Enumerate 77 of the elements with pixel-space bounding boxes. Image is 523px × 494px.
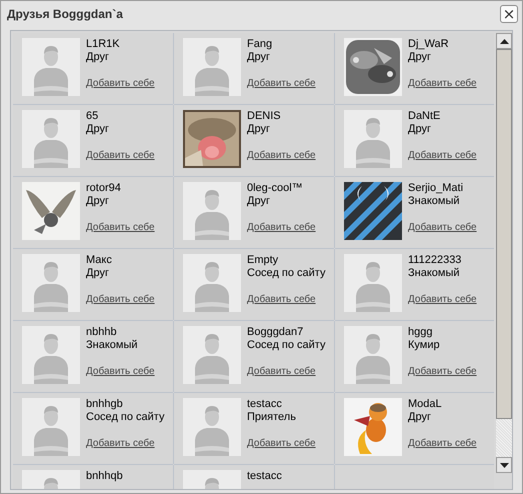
friend-name: hggg bbox=[408, 326, 434, 339]
relation-status: Друг bbox=[86, 195, 110, 208]
add-friend-link[interactable]: Добавить себе bbox=[86, 438, 164, 449]
window-title: Друзья Bogggdan`a bbox=[7, 7, 123, 21]
relation-status: Приятель bbox=[247, 411, 297, 424]
friend-name: Bogggdan7 bbox=[247, 326, 304, 339]
avatar-silhouette bbox=[22, 398, 80, 456]
add-friend-link[interactable]: Добавить себе bbox=[408, 150, 477, 161]
avatar-silhouette bbox=[344, 326, 402, 384]
friend-name: bnhhqb bbox=[86, 470, 123, 483]
relation-status: Сосед по сайту bbox=[247, 339, 326, 352]
add-friend-link[interactable]: Добавить себе bbox=[247, 150, 316, 161]
friend-name: ModaL bbox=[408, 398, 443, 411]
avatar-silhouette bbox=[344, 254, 402, 312]
relation-status: Друг bbox=[247, 123, 271, 136]
relation-status: Друг bbox=[247, 51, 271, 64]
friend-name: Макс bbox=[86, 254, 113, 267]
avatar-silhouette bbox=[22, 38, 80, 96]
relation-status: Кумир bbox=[408, 339, 441, 352]
relation-status: Знакомый bbox=[408, 267, 461, 280]
add-friend-link[interactable]: Добавить себе bbox=[86, 366, 155, 377]
relation-status: Друг bbox=[408, 51, 432, 64]
relation-status: Друг bbox=[86, 123, 110, 136]
close-button[interactable]: × bbox=[500, 5, 518, 23]
add-friend-link[interactable]: Добавить себе bbox=[86, 78, 155, 89]
add-friend-link[interactable]: Добавить себе bbox=[408, 294, 477, 305]
relation-status: Знакомый bbox=[408, 195, 461, 208]
relation-status: Друг bbox=[86, 51, 110, 64]
add-friend-link[interactable]: Добавить себе bbox=[408, 78, 477, 89]
friend-name: nbhhb bbox=[86, 326, 118, 339]
add-friend-link[interactable]: Добавить себе bbox=[247, 366, 326, 377]
friend-name: rotor94 bbox=[86, 182, 122, 195]
relation-status: Друг bbox=[247, 195, 271, 208]
scroll-up-button[interactable] bbox=[496, 33, 512, 49]
friend-name: Serjio_Mati bbox=[408, 182, 464, 195]
add-friend-link[interactable]: Добавить себе bbox=[86, 294, 155, 305]
friend-name: testacc bbox=[247, 470, 282, 483]
friend-name: 65 bbox=[86, 110, 100, 123]
avatar-silhouette bbox=[183, 38, 241, 96]
avatar-silhouette bbox=[22, 254, 80, 312]
relation-status: Друг bbox=[408, 411, 432, 424]
add-friend-link[interactable]: Добавить себе bbox=[86, 222, 155, 233]
avatar-silhouette bbox=[22, 110, 80, 168]
friend-name: L1R1K bbox=[86, 38, 121, 51]
avatar-silhouette bbox=[183, 182, 241, 240]
add-friend-link[interactable]: Добавить себе bbox=[408, 438, 477, 449]
add-friend-link[interactable]: Добавить себе bbox=[408, 222, 477, 233]
relation-status: Сосед по сайту bbox=[86, 411, 164, 424]
add-friend-link[interactable]: Добавить себе bbox=[247, 438, 316, 449]
add-friend-link[interactable]: Добавить себе bbox=[247, 294, 326, 305]
add-friend-link[interactable]: Добавить себе bbox=[408, 366, 477, 377]
friend-name: Fang bbox=[247, 38, 274, 51]
avatar-silhouette bbox=[344, 110, 402, 168]
friend-name: DENIS bbox=[247, 110, 282, 123]
friend-name: DaNtE bbox=[408, 110, 442, 123]
arrow-up-icon bbox=[500, 38, 509, 44]
friend-name: Empty bbox=[247, 254, 280, 267]
scroll-thumb[interactable] bbox=[496, 49, 512, 419]
scrollbar[interactable] bbox=[496, 33, 512, 473]
avatar-silhouette bbox=[183, 254, 241, 312]
friend-name: bnhhgb bbox=[86, 398, 124, 411]
friend-name: 0leg-cool™ bbox=[247, 182, 304, 195]
relation-status: Сосед по сайту bbox=[247, 267, 326, 280]
arrow-down-icon bbox=[500, 462, 509, 468]
avatar-silhouette bbox=[183, 398, 241, 456]
add-friend-link[interactable]: Добавить себе bbox=[247, 78, 316, 89]
add-friend-link[interactable]: Добавить себе bbox=[247, 222, 316, 233]
add-friend-link[interactable]: Добавить себе bbox=[86, 150, 155, 161]
relation-status: Знакомый bbox=[86, 339, 139, 352]
relation-status: Друг bbox=[86, 267, 110, 280]
relation-status: Друг bbox=[408, 123, 432, 136]
avatar-silhouette bbox=[22, 326, 80, 384]
friend-name: testacc bbox=[247, 398, 283, 411]
friend-name: 111222333 bbox=[408, 254, 462, 267]
scroll-down-button[interactable] bbox=[496, 457, 512, 473]
avatar-silhouette bbox=[183, 326, 241, 384]
friend-name: Dj_WaR bbox=[408, 38, 450, 51]
